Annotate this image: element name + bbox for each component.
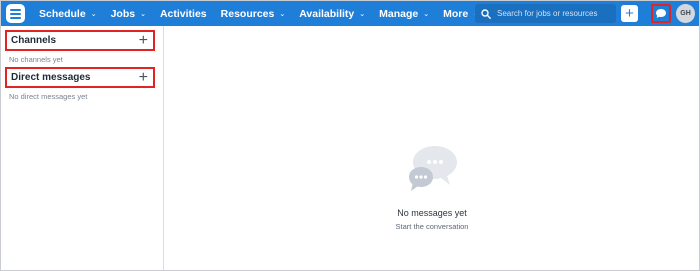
nav-item-label: Manage [379,7,419,20]
channels-title: Channels [11,35,57,46]
nav-item-availability[interactable]: Availability ⌄ [299,8,365,20]
nav-item-resources[interactable]: Resources ⌄ [221,8,286,20]
top-navigation-bar: Schedule ⌄ Jobs ⌄ Activities Resources ⌄… [1,1,699,26]
chevron-down-icon: ⌄ [140,10,146,18]
chevron-down-icon: ⌄ [423,10,430,18]
conversation-panel: No messages yet Start the conversation [165,26,699,270]
add-direct-message-button[interactable]: + [139,69,148,86]
channels-empty-text: No channels yet [9,55,63,64]
add-channel-button[interactable]: + [139,32,148,49]
add-button[interactable]: + [621,5,638,22]
chat-button[interactable] [651,4,671,23]
avatar[interactable]: GH [676,4,695,23]
nav-item-schedule[interactable]: Schedule ⌄ [39,8,97,20]
nav-item-label: More [443,7,469,20]
search-box[interactable] [475,4,616,23]
search-input[interactable] [497,9,612,18]
nav-item-manage[interactable]: Manage ⌄ [379,8,429,20]
empty-state-title: No messages yet [397,208,467,218]
add-icon: + [625,5,634,22]
main-nav: Schedule ⌄ Jobs ⌄ Activities Resources ⌄… [39,1,493,26]
chevron-down-icon: ⌄ [359,10,366,18]
nav-item-label: Schedule [39,7,86,20]
chevron-down-icon: ⌄ [279,10,286,18]
nav-item-activities[interactable]: Activities [160,8,207,20]
channels-header: Channels + [5,30,155,51]
nav-item-label: Availability [299,7,355,20]
nav-item-label: Jobs [110,7,136,20]
direct-messages-empty-text: No direct messages yet [9,92,88,101]
chevron-down-icon: ⌄ [90,10,97,18]
nav-item-more[interactable]: More ⌄ [443,8,479,20]
nav-item-jobs[interactable]: Jobs ⌄ [111,8,146,20]
search-icon [481,8,491,19]
direct-messages-title: Direct messages [11,72,91,83]
chat-icon [656,9,666,18]
nav-item-label: Activities [159,7,207,20]
avatar-initials: GH [680,10,691,17]
empty-state-subtitle: Start the conversation [395,222,469,231]
messages-sidebar: Channels + No channels yet Direct messag… [1,26,164,270]
logo-icon[interactable] [6,4,25,23]
nav-item-label: Resources [220,7,275,20]
chat-bubbles-icon [409,146,457,191]
direct-messages-header: Direct messages + [5,67,155,88]
